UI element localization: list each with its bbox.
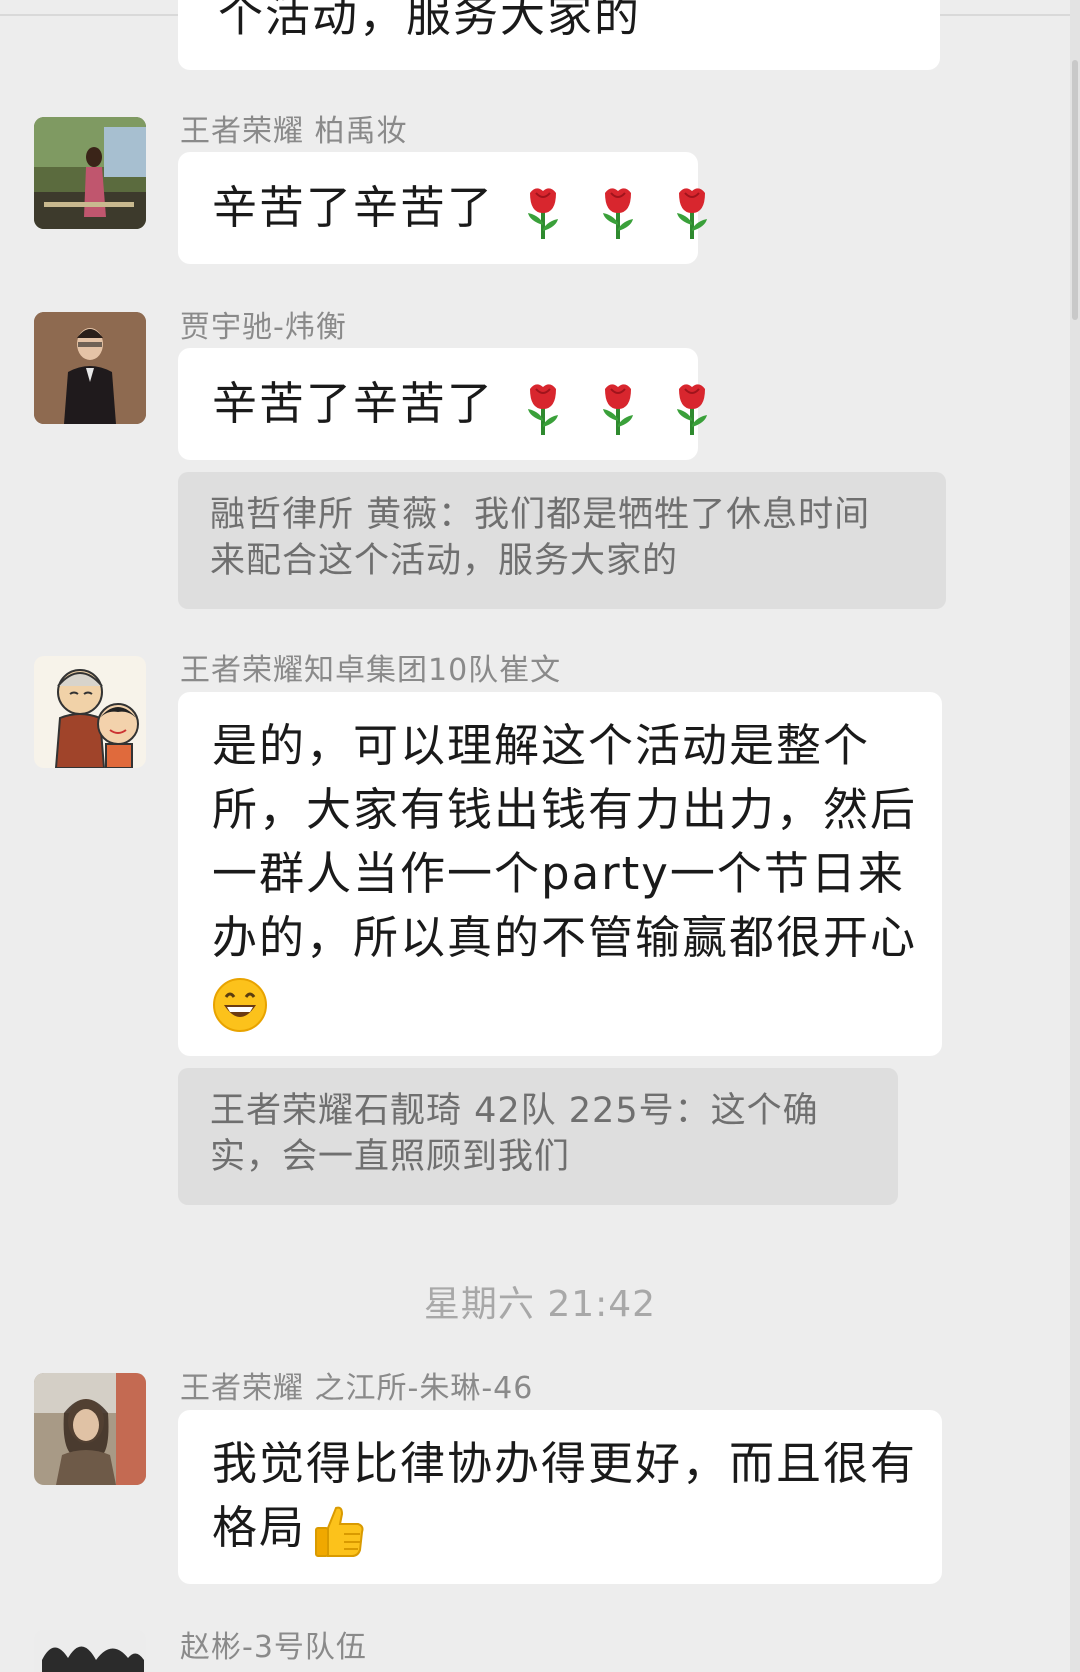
sender-name: 王者荣耀 之江所-朱琳-46 [180, 1371, 534, 1406]
rose-icon [602, 188, 633, 239]
quote-line: 来配合这个活动，服务大家的 [210, 541, 679, 581]
quoted-reply[interactable]: 融哲律所 黄薇：我们都是牺牲了休息时间 来配合这个活动，服务大家的 [178, 472, 946, 609]
quote-line: 王者荣耀石靓琦 42队 225号：这个确 [210, 1091, 819, 1131]
avatar[interactable] [34, 656, 146, 768]
avatar[interactable] [34, 117, 146, 229]
message-text: 辛苦了辛苦了 [212, 181, 495, 234]
message-text: 个活动，服务大家的 [218, 0, 642, 42]
message-bubble[interactable]: 是的，可以理解这个活动是整个 所，大家有钱出钱有力出力，然后 一群人当作一个pa… [178, 692, 942, 1056]
quote-line: 融哲律所 黄薇：我们都是牺牲了休息时间 [210, 495, 871, 535]
sender-name: 王者荣耀 柏禹妆 [180, 114, 408, 149]
sender-name: 贾宇驰-炜衡 [180, 310, 347, 345]
message-text: 辛苦了辛苦了 [212, 377, 495, 430]
sender-name: 赵彬-3号队伍 [180, 1630, 367, 1665]
grin-icon [213, 978, 267, 1032]
rose-icon [676, 384, 707, 435]
message-text-line: 格局 [212, 1501, 307, 1554]
quoted-reply[interactable]: 王者荣耀石靓琦 42队 225号：这个确 实，会一直照顾到我们 [178, 1068, 898, 1205]
rose-icon [528, 384, 559, 435]
message-bubble[interactable]: 我觉得比律协办得更好，而且很有 格局 [178, 1410, 942, 1584]
rose-icon [602, 384, 633, 435]
scrollbar[interactable] [1070, 0, 1080, 1672]
message-text-line: 所，大家有钱出钱有力出力，然后 [212, 783, 918, 836]
scrollbar-thumb[interactable] [1072, 60, 1078, 320]
sender-name: 王者荣耀知卓集团10队崔文 [180, 653, 562, 688]
message-text-line: 一群人当作一个party一个节日来 [212, 847, 905, 900]
message-bubble-cut[interactable]: 个活动，服务大家的 [178, 0, 940, 70]
rose-icon [676, 188, 707, 239]
thumbs-up-icon [315, 1506, 364, 1557]
avatar[interactable] [34, 1630, 146, 1672]
message-text-line: 办的，所以真的不管输赢都很开心 [212, 911, 918, 964]
quote-line: 实，会一直照顾到我们 [210, 1137, 571, 1177]
message-text-line: 是的，可以理解这个活动是整个 [212, 719, 871, 772]
avatar[interactable] [34, 312, 146, 424]
rose-icon [528, 188, 559, 239]
message-text-line: 我觉得比律协办得更好，而且很有 [212, 1437, 918, 1490]
message-bubble[interactable]: 辛苦了辛苦了 [178, 348, 707, 460]
timestamp: 星期六 21:42 [423, 1284, 657, 1325]
avatar[interactable] [34, 1373, 146, 1485]
message-bubble[interactable]: 辛苦了辛苦了 [178, 152, 707, 264]
